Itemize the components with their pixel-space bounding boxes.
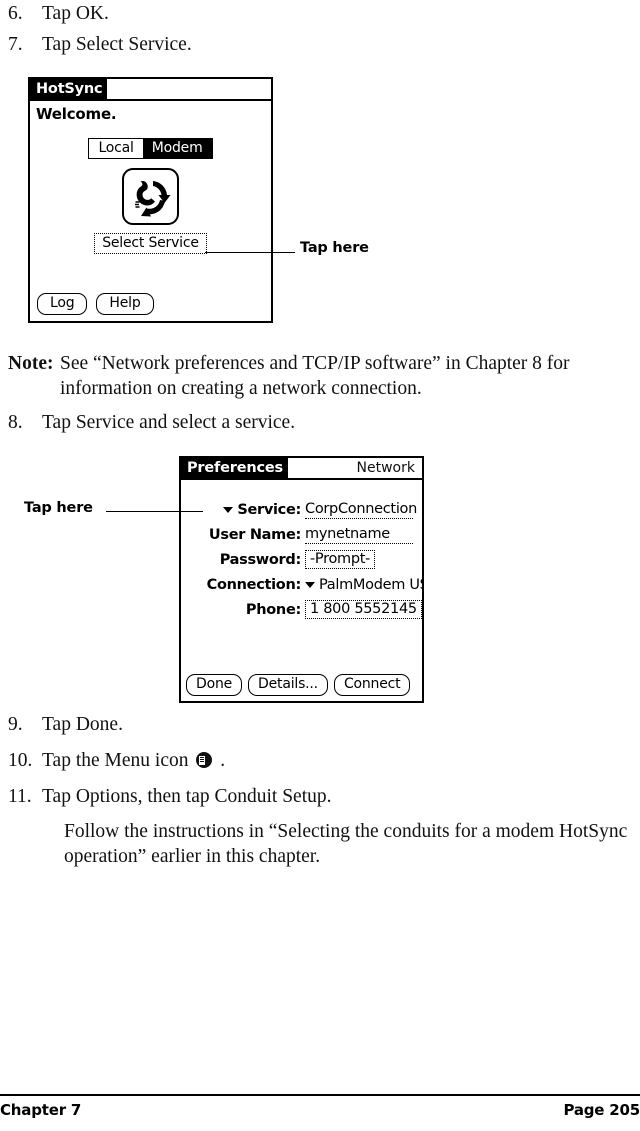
prefs-value-password[interactable]: -Prompt- <box>305 550 376 569</box>
details-button[interactable]: Details... <box>248 674 328 696</box>
prefs-callout-leader <box>106 511 203 512</box>
prefs-value-password-wrap[interactable]: -Prompt- <box>305 550 422 569</box>
step-11-number: 11. <box>8 786 32 807</box>
prefs-row-connection: Connection: PalmModem US/C... <box>181 572 422 597</box>
step-6-number: 6. <box>8 3 23 24</box>
step-10-body: Tap the Menu icon . <box>42 749 628 773</box>
chevron-down-icon-connection[interactable] <box>305 581 315 588</box>
step-7-number: 7. <box>8 34 23 55</box>
menu-icon <box>196 752 213 768</box>
select-service-wrap: Select Service <box>30 233 271 254</box>
step-10-text-after: . <box>220 750 226 771</box>
hotsync-welcome-text: Welcome. <box>36 105 117 123</box>
prefs-category[interactable]: Network <box>288 458 422 478</box>
prefs-value-connection-wrap[interactable]: PalmModem US/C... <box>305 577 422 593</box>
prefs-titlebar: Preferences Network <box>181 458 422 480</box>
prefs-value-username-wrap[interactable]: mynetname <box>305 526 422 544</box>
step-9-text: Tap Done. <box>42 714 123 735</box>
step-10-number: 10. <box>8 750 33 771</box>
done-button[interactable]: Done <box>186 674 243 696</box>
step-9-number: 9. <box>8 714 23 735</box>
prefs-label-password: Password: <box>219 551 302 568</box>
prefs-label-phone: Phone: <box>245 601 301 618</box>
hotsync-modem-icon[interactable] <box>122 168 179 225</box>
prefs-label-connection: Connection: <box>206 576 302 593</box>
hotsync-callout-leader <box>205 252 295 253</box>
footer-page-number: Page 205 <box>563 1101 640 1119</box>
prefs-value-phone[interactable]: 1 800 5552145 <box>305 600 422 619</box>
prefs-footer-buttons: Done Details... Connect <box>181 674 422 696</box>
step-11: 11. Tap Options, then tap Conduit Setup. <box>8 785 628 809</box>
note-label: Note: <box>8 353 54 374</box>
note-block: Note: See “Network preferences and TCP/I… <box>8 352 632 402</box>
prefs-row-username: User Name: mynetname <box>181 522 422 547</box>
select-service-button[interactable]: Select Service <box>94 233 207 254</box>
prefs-row-service: Service: CorpConnection <box>181 497 422 522</box>
prefs-value-connection[interactable]: PalmModem US/C... <box>319 577 422 593</box>
connect-button[interactable]: Connect <box>333 674 411 696</box>
hotsync-footer-buttons: Log Help <box>30 293 271 315</box>
toggle-option-local[interactable]: Local <box>89 139 143 158</box>
hotsync-callout-tap-here: Tap here <box>300 240 369 256</box>
hotsync-titlebar: HotSync <box>30 79 271 101</box>
prefs-value-phone-wrap[interactable]: 1 800 5552145 <box>305 600 422 619</box>
note-text: See “Network preferences and TCP/IP soft… <box>60 353 570 399</box>
help-button[interactable]: Help <box>96 293 154 315</box>
prefs-row-password: Password: -Prompt- <box>181 547 422 572</box>
hotsync-connection-toggle: Local Modem <box>30 138 271 159</box>
hotsync-title: HotSync <box>30 79 108 99</box>
step-10: 10. Tap the Menu icon . <box>8 749 628 773</box>
step-7: 7. Tap Select Service. <box>8 33 628 57</box>
footer-chapter: Chapter 7 <box>0 1101 82 1119</box>
step-8-text: Tap Service and select a service. <box>42 412 296 433</box>
step-7-text: Tap Select Service. <box>42 34 192 55</box>
prefs-field-list: Service: CorpConnection User Name: mynet… <box>181 497 422 622</box>
prefs-row-phone: Phone: 1 800 5552145 <box>181 597 422 622</box>
step-11-text: Tap Options, then tap Conduit Setup. <box>42 786 332 807</box>
log-button[interactable]: Log <box>37 293 88 315</box>
prefs-value-username[interactable]: mynetname <box>305 526 413 544</box>
prefs-value-service-wrap[interactable]: CorpConnection <box>305 501 422 519</box>
step-8-number: 8. <box>8 412 23 433</box>
hotsync-icon-wrap <box>30 168 271 225</box>
step-6: 6. Tap OK. <box>8 2 628 26</box>
step-6-text: Tap OK. <box>42 3 109 24</box>
hotsync-screen: HotSync Welcome. Local Modem Select Serv… <box>28 77 273 323</box>
follow-instructions-paragraph: Follow the instructions in “Selecting th… <box>64 821 628 867</box>
preferences-screen: Preferences Network Service: CorpConnect… <box>179 456 424 703</box>
prefs-value-service[interactable]: CorpConnection <box>305 501 417 519</box>
prefs-label-service: Service: <box>181 502 305 518</box>
page-footer: Chapter 7 Page 205 <box>0 1094 640 1119</box>
toggle-option-modem[interactable]: Modem <box>142 139 212 158</box>
prefs-callout-tap-here: Tap here <box>24 500 93 516</box>
step-9: 9. Tap Done. <box>8 713 628 737</box>
step-8: 8. Tap Service and select a service. <box>8 411 628 435</box>
chevron-down-icon-service[interactable] <box>223 506 234 513</box>
footer-divider <box>0 1094 640 1096</box>
prefs-label-username: User Name: <box>208 526 301 543</box>
hotsync-title-right <box>107 79 271 99</box>
prefs-title: Preferences <box>181 458 288 478</box>
step-10-text-before: Tap the Menu icon <box>42 750 189 771</box>
